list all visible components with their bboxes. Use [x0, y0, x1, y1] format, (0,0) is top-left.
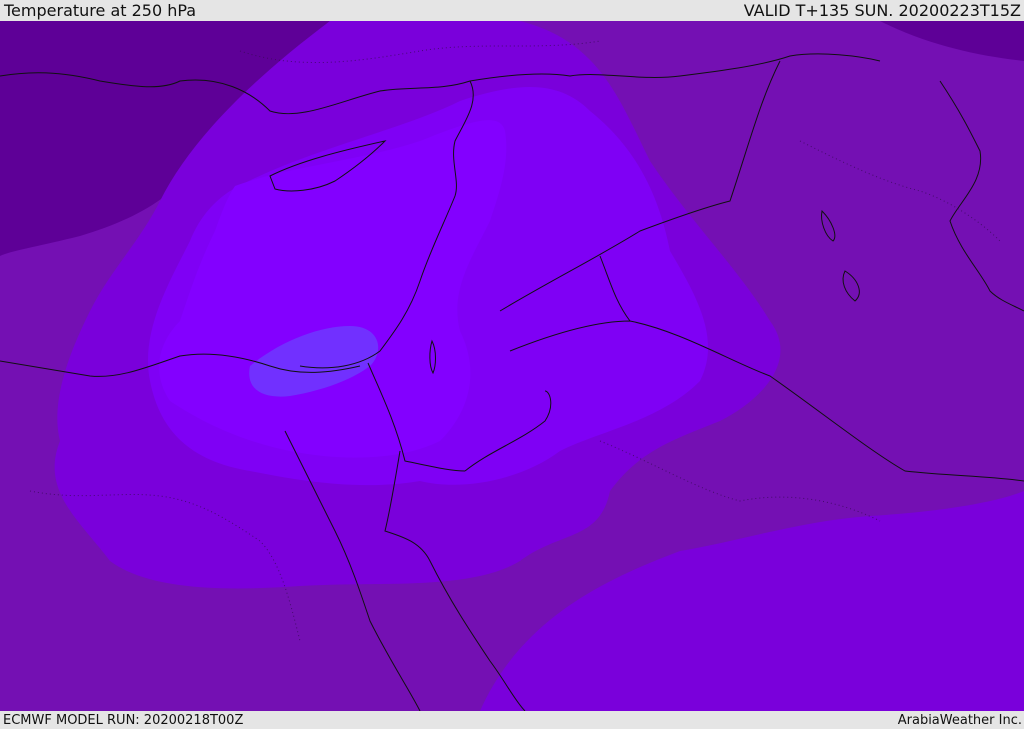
- temperature-map[interactable]: [0, 21, 1024, 711]
- map-title: Temperature at 250 hPa: [4, 1, 197, 20]
- valid-time-label: VALID T+135 SUN. 20200223T15Z: [743, 1, 1021, 20]
- credit-label: ArabiaWeather Inc.: [897, 712, 1022, 728]
- model-run-label: ECMWF MODEL RUN: 20200218T00Z: [3, 712, 244, 728]
- header-bar: Temperature at 250 hPa VALID T+135 SUN. …: [0, 0, 1024, 21]
- footer-bar: ECMWF MODEL RUN: 20200218T00Z ArabiaWeat…: [0, 711, 1024, 729]
- map-area[interactable]: [0, 21, 1024, 711]
